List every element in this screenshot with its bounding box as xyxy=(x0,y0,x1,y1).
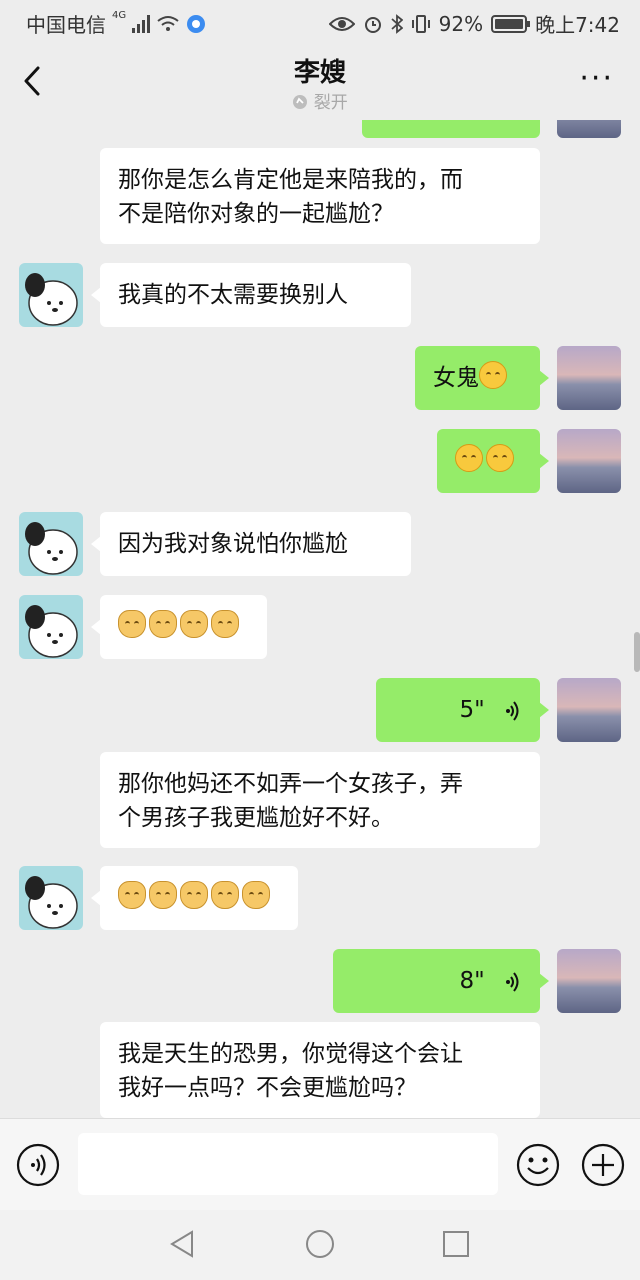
status-text: 裂开 xyxy=(313,93,348,113)
message-bubble[interactable]: 我是天生的恐男，你觉得这个会让 我好一点吗？不会更尴尬吗？ xyxy=(100,1022,540,1118)
message-list[interactable]: 那你是怎么肯定他是来陪我的，而 不是陪你对象的一起尴尬？ 我真的不太需要换别人 … xyxy=(0,120,640,1118)
self-avatar[interactable] xyxy=(557,429,621,493)
input-bar xyxy=(0,1118,640,1210)
eye-icon xyxy=(328,16,355,31)
cat-emoji-icon xyxy=(149,610,177,638)
cat-emoji-icon xyxy=(149,881,177,909)
message-line: 我好一点吗？不会更尴尬吗？ xyxy=(118,1075,417,1101)
self-avatar[interactable] xyxy=(557,949,621,1013)
chat-title: 李嫂 xyxy=(293,58,346,88)
message-bubble-partial[interactable] xyxy=(362,120,540,138)
nav-home-icon[interactable] xyxy=(304,1228,336,1260)
voice-wave-icon xyxy=(506,971,519,992)
self-avatar[interactable] xyxy=(557,120,621,138)
chat-subtitle: 裂开 xyxy=(0,88,640,113)
clock: 晚上7:42 xyxy=(535,13,620,37)
nav-recents-icon[interactable] xyxy=(440,1228,472,1260)
vibrate-icon xyxy=(411,14,430,33)
message-line: 那你是怎么肯定他是来陪我的，而 xyxy=(118,167,463,193)
scrollbar[interactable] xyxy=(634,632,640,672)
contact-avatar[interactable] xyxy=(19,595,83,659)
plus-icon[interactable] xyxy=(581,1143,625,1187)
self-avatar[interactable] xyxy=(557,346,621,410)
contact-avatar[interactable] xyxy=(19,263,83,327)
message-line: 我真的不太需要换别人 xyxy=(118,282,348,308)
alarm-icon xyxy=(364,16,381,33)
cat-emoji-icon xyxy=(242,881,270,909)
voice-message[interactable]: 8" xyxy=(333,949,549,1013)
carrier-label: 中国电信 xyxy=(26,13,106,37)
message-bubble[interactable]: 我真的不太需要换别人 xyxy=(91,263,411,327)
network-type: 4G xyxy=(112,10,127,21)
message-bubble[interactable] xyxy=(91,595,267,659)
cat-emoji-icon xyxy=(180,610,208,638)
message-line: 不是陪你对象的一起尴尬？ xyxy=(118,201,394,227)
blush-emoji-icon xyxy=(486,444,514,472)
voice-duration: 8" xyxy=(459,968,485,994)
message-line: 因为我对象说怕你尴尬 xyxy=(118,531,348,557)
wifi-icon xyxy=(157,15,179,31)
message-bubble[interactable]: 那你他妈还不如弄一个女孩子，弄 个男孩子我更尴尬好不好。 xyxy=(100,752,540,848)
battery-percent: 92% xyxy=(438,11,484,36)
contact-avatar[interactable] xyxy=(19,866,83,930)
smile-emoji-icon xyxy=(479,361,507,389)
nav-back-icon[interactable] xyxy=(166,1228,198,1260)
cat-emoji-icon xyxy=(211,881,239,909)
more-dots-icon[interactable]: ··· xyxy=(579,64,614,94)
voice-duration: 5" xyxy=(459,697,485,723)
message-line: 个男孩子我更尴尬好不好。 xyxy=(118,805,394,831)
voice-icon[interactable] xyxy=(16,1143,60,1187)
blush-emoji-icon xyxy=(455,444,483,472)
voice-message[interactable]: 5" xyxy=(376,678,549,742)
cat-emoji-icon xyxy=(180,881,208,909)
message-line: 我是天生的恐男，你觉得这个会让 xyxy=(118,1041,463,1067)
system-nav-bar xyxy=(0,1210,640,1280)
contact-avatar[interactable] xyxy=(19,512,83,576)
cat-emoji-icon xyxy=(118,610,146,638)
message-input[interactable] xyxy=(78,1133,498,1195)
message-line: 那你他妈还不如弄一个女孩子，弄 xyxy=(118,771,463,797)
message-bubble[interactable]: 那你是怎么肯定他是来陪我的，而 不是陪你对象的一起尴尬？ xyxy=(100,148,540,244)
status-bar: 中国电信 4G 92% 晚上7:42 xyxy=(0,0,640,44)
cat-emoji-icon xyxy=(211,610,239,638)
message-bubble[interactable]: 女鬼 xyxy=(415,346,549,410)
voice-wave-icon xyxy=(506,700,519,721)
cat-emoji-icon xyxy=(118,881,146,909)
battery-icon xyxy=(491,14,531,33)
browser-icon xyxy=(187,14,206,33)
smiley-icon[interactable] xyxy=(516,1143,560,1187)
status-icon xyxy=(293,95,308,109)
message-bubble[interactable] xyxy=(437,429,549,493)
message-bubble[interactable] xyxy=(91,866,298,930)
message-bubble[interactable]: 因为我对象说怕你尴尬 xyxy=(91,512,411,576)
self-avatar[interactable] xyxy=(557,678,621,742)
chat-header: 李嫂 裂开 ··· xyxy=(0,44,640,120)
message-text: 女鬼 xyxy=(433,365,479,391)
bluetooth-icon xyxy=(391,13,403,34)
signal-icon xyxy=(132,14,151,33)
